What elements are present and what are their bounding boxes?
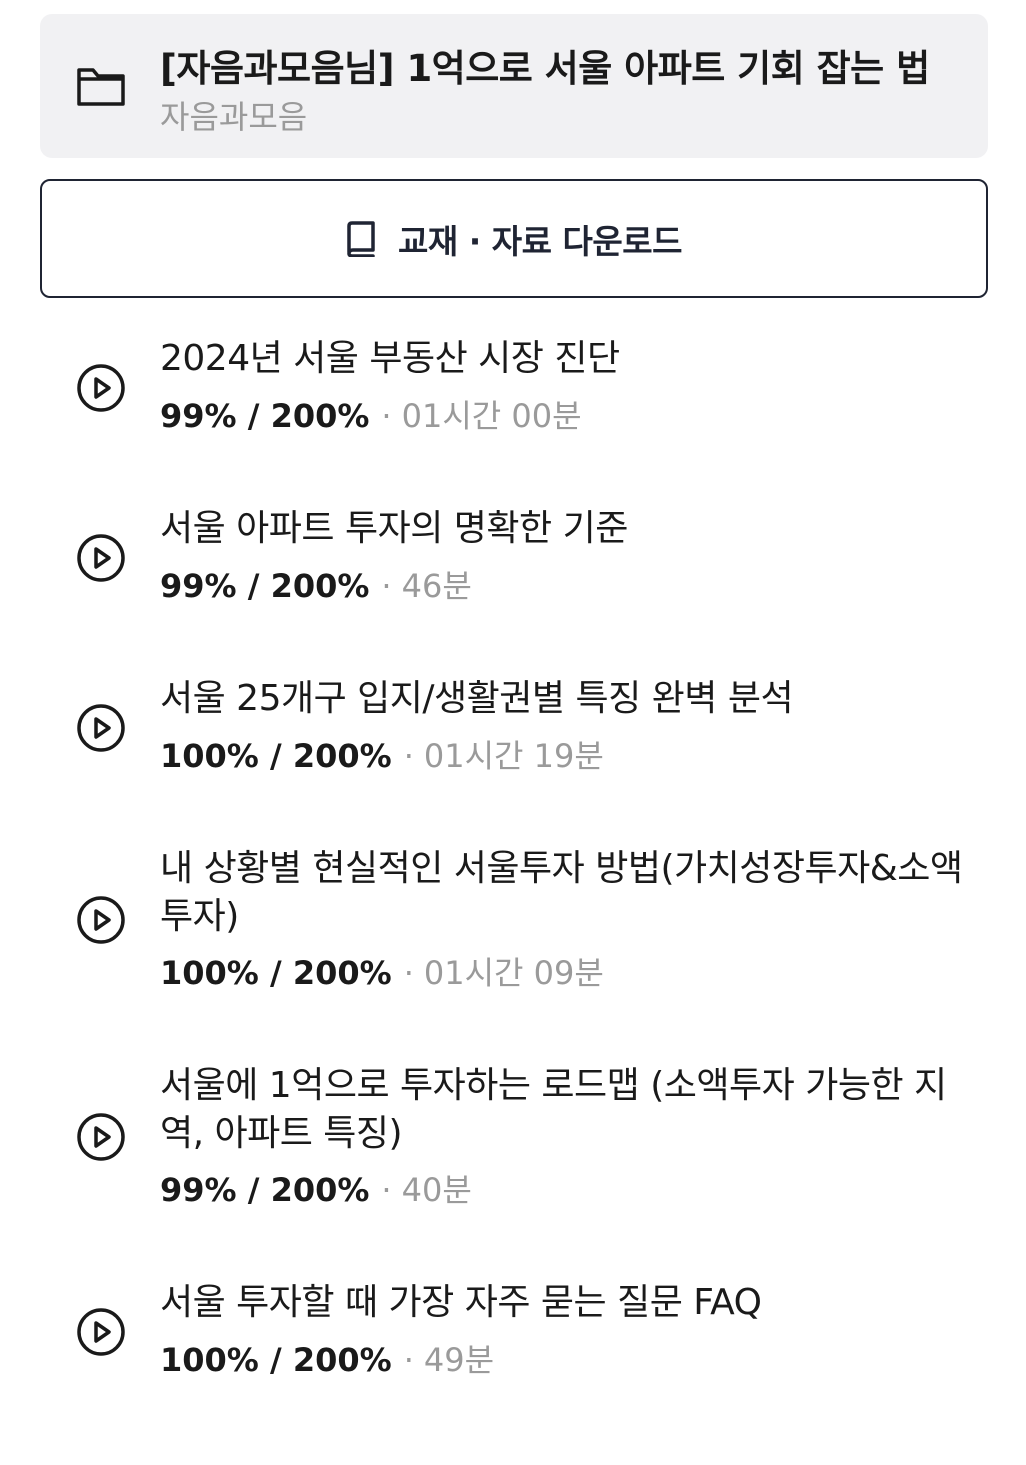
- lesson-item[interactable]: 서울 투자할 때 가장 자주 묻는 질문 FAQ 100% / 200% · 49분: [0, 1274, 1026, 1394]
- lesson-duration: 01시간 09분: [423, 954, 604, 992]
- lesson-progress: 99% / 200%: [160, 397, 370, 435]
- lesson-item[interactable]: 서울에 1억으로 투자하는 로드맵 (소액투자 가능한 지역, 아파트 특징) …: [0, 1057, 1026, 1217]
- play-icon[interactable]: [76, 703, 126, 753]
- lesson-duration: 01시간 19분: [423, 737, 604, 775]
- lesson-title: 서울 아파트 투자의 명확한 기준: [160, 508, 628, 549]
- course-title: [자음과모음님] 1억으로 서울 아파트 기회 잡는 법: [160, 47, 930, 90]
- lesson-duration: 40분: [401, 1171, 472, 1209]
- lesson-title: 2024년 서울 부동산 시장 진단: [160, 338, 620, 379]
- lesson-duration: 46분: [401, 567, 472, 605]
- folder-icon: [77, 68, 125, 106]
- lesson-progress: 99% / 200%: [160, 567, 370, 605]
- lesson-title: 내 상황별 현실적인 서울투자 방법(가치성장투자&소액투자): [160, 848, 963, 937]
- lesson-meta: 99% / 200% · 40분: [160, 1170, 472, 1210]
- lesson-progress: 100% / 200%: [160, 737, 392, 775]
- lesson-meta: 99% / 200% · 01시간 00분: [160, 396, 582, 436]
- lesson-title: 서울 25개구 입지/생활권별 특징 완벽 분석: [160, 678, 794, 719]
- lesson-title: 서울에 1억으로 투자하는 로드맵 (소액투자 가능한 지역, 아파트 특징): [160, 1065, 947, 1154]
- course-header: [자음과모음님] 1억으로 서울 아파트 기회 잡는 법 자음과모음: [40, 14, 988, 158]
- lesson-progress: 99% / 200%: [160, 1171, 370, 1209]
- lesson-progress: 100% / 200%: [160, 954, 392, 992]
- meta-separator: ·: [403, 737, 414, 775]
- lesson-meta: 100% / 200% · 01시간 19분: [160, 736, 604, 776]
- download-materials-label: 교재 · 자료 다운로드: [398, 221, 682, 261]
- meta-separator: ·: [403, 1341, 414, 1379]
- lesson-duration: 49분: [423, 1341, 495, 1379]
- lesson-duration: 01시간 00분: [401, 397, 582, 435]
- meta-separator: ·: [381, 397, 392, 435]
- lesson-meta: 99% / 200% · 46분: [160, 566, 472, 606]
- play-icon[interactable]: [76, 533, 126, 583]
- lesson-progress: 100% / 200%: [160, 1341, 392, 1379]
- lesson-item[interactable]: 2024년 서울 부동산 시장 진단 99% / 200% · 01시간 00분: [0, 330, 1026, 450]
- lesson-meta: 100% / 200% · 49분: [160, 1340, 494, 1380]
- book-icon: [347, 220, 375, 257]
- meta-separator: ·: [403, 954, 414, 992]
- lesson-title: 서울 투자할 때 가장 자주 묻는 질문 FAQ: [160, 1282, 762, 1323]
- play-icon[interactable]: [76, 363, 126, 413]
- download-materials-button[interactable]: 교재 · 자료 다운로드: [40, 179, 988, 298]
- play-icon[interactable]: [76, 1112, 126, 1162]
- meta-separator: ·: [381, 567, 392, 605]
- play-icon[interactable]: [76, 1307, 126, 1357]
- play-icon[interactable]: [76, 895, 126, 945]
- lesson-meta: 100% / 200% · 01시간 09분: [160, 953, 604, 993]
- lesson-item[interactable]: 서울 아파트 투자의 명확한 기준 99% / 200% · 46분: [0, 500, 1026, 620]
- lesson-item[interactable]: 서울 25개구 입지/생활권별 특징 완벽 분석 100% / 200% · 01시…: [0, 670, 1026, 790]
- course-author: 자음과모음: [160, 98, 308, 136]
- meta-separator: ·: [381, 1171, 392, 1209]
- lesson-item[interactable]: 내 상황별 현실적인 서울투자 방법(가치성장투자&소액투자) 100% / 2…: [0, 840, 1026, 1000]
